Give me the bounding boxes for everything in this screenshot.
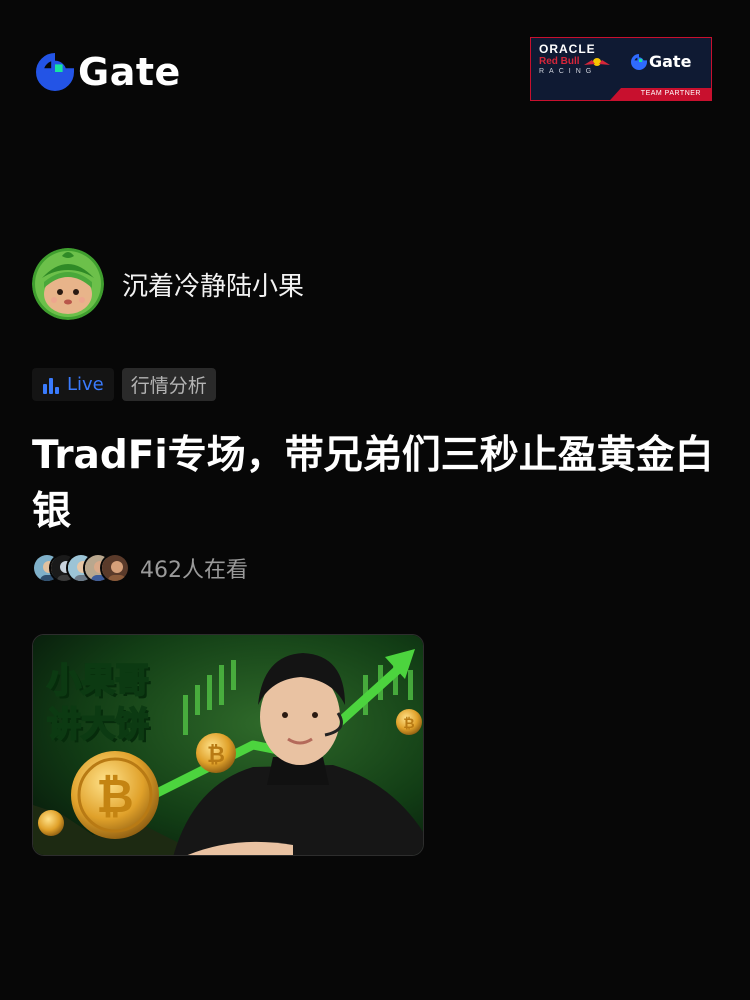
gate-logo-icon <box>36 53 74 91</box>
svg-text:₿: ₿ <box>403 716 414 732</box>
viewer-avatar <box>100 553 130 583</box>
bull-icon <box>583 57 610 66</box>
gate-logo: Gate <box>36 50 181 94</box>
viewer-count: 462人在看 <box>140 558 248 583</box>
live-title[interactable]: TradFi专场，带兄弟们三秒止盈黄金白银 <box>32 428 722 540</box>
bar-chart-icon <box>43 377 59 394</box>
partner-badge: ORACLE Red Bull RACING Gate TEAM PARTNER <box>530 37 712 101</box>
partner-gate-logo: Gate <box>631 52 691 71</box>
gate-logo-icon <box>631 53 647 70</box>
category-tag[interactable]: 行情分析 <box>121 368 216 401</box>
racing-text: RACING <box>539 68 597 75</box>
live-badge: Live <box>32 368 114 401</box>
live-thumbnail[interactable]: ₿ ₿ ₿ 小果哥 讲大饼 <box>32 634 424 856</box>
team-partner-text: TEAM PARTNER <box>640 90 701 97</box>
viewers-row: 462人在看 <box>32 552 248 584</box>
oracle-text: ORACLE <box>539 42 596 56</box>
oracle-redbull-logo: ORACLE Red Bull RACING <box>539 43 619 77</box>
team-partner-strip: TEAM PARTNER <box>531 88 711 100</box>
logo-text: Gate <box>78 50 181 94</box>
redbull-text: Red Bull <box>539 56 619 67</box>
tag-row: Live 行情分析 <box>32 368 216 401</box>
live-label: Live <box>67 374 104 395</box>
category-label: 行情分析 <box>130 375 207 397</box>
streamer-row[interactable]: 沉着冷静陆小果 <box>32 248 304 320</box>
thumbnail-caption-line1: 小果哥 <box>46 660 150 702</box>
streamer-name[interactable]: 沉着冷静陆小果 <box>122 266 304 303</box>
avatar[interactable] <box>32 248 104 320</box>
redbull-label: Red Bull <box>539 56 580 67</box>
svg-text:₿: ₿ <box>207 743 225 768</box>
thumbnail-caption: 小果哥 讲大饼 <box>46 659 150 747</box>
svg-text:₿: ₿ <box>96 769 134 823</box>
partner-gate-text: Gate <box>649 52 692 71</box>
live-card-screen: Gate ORACLE Red Bull RACING Gate TEAM PA… <box>0 0 750 1000</box>
thumbnail-caption-line2: 讲大饼 <box>46 704 150 746</box>
viewer-avatars <box>32 553 130 583</box>
avatar-image <box>32 248 104 320</box>
